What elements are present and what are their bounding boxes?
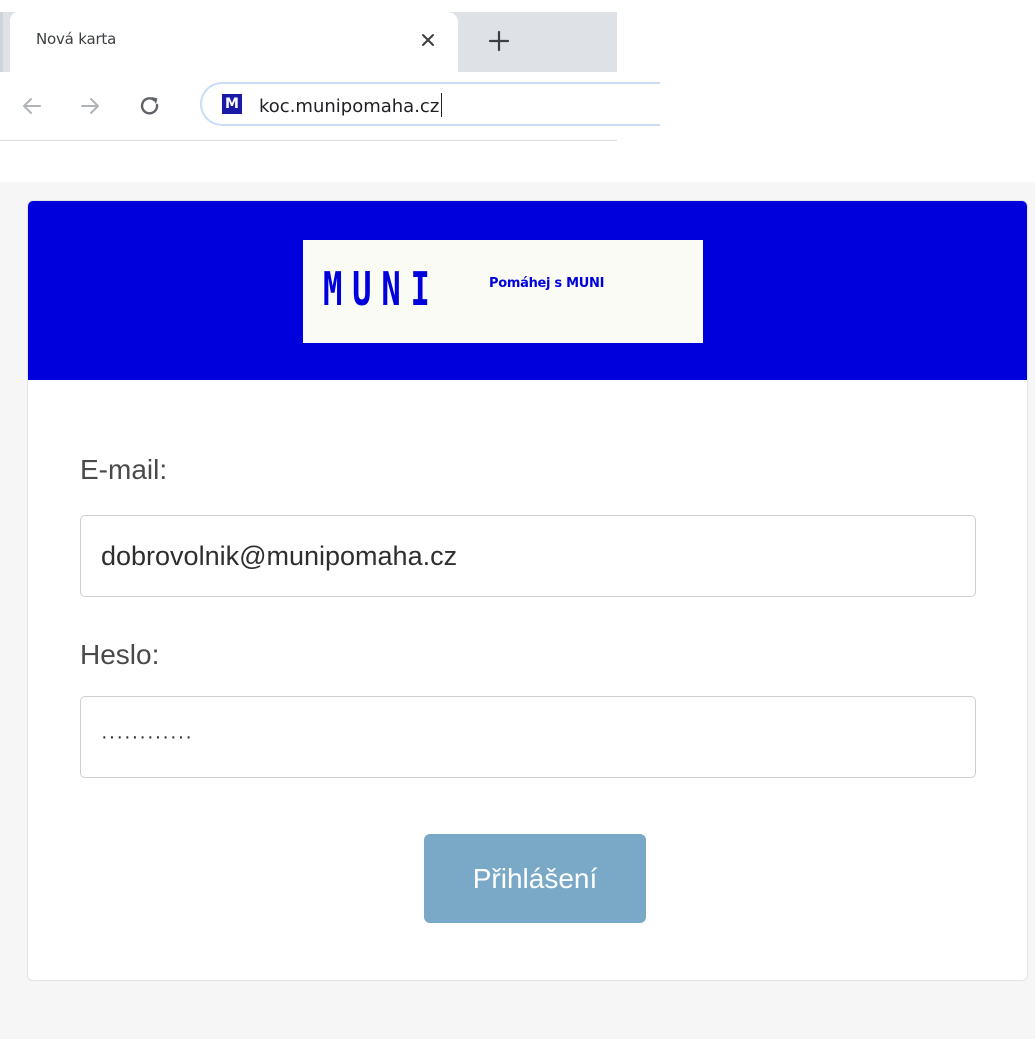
logo-word: MUNI <box>323 262 440 316</box>
card-header: MUNI Pomáhej s MUNI <box>28 201 1027 380</box>
login-card: MUNI Pomáhej s MUNI E-mail: Heslo: Přihl… <box>27 200 1028 981</box>
url-text: koc.munipomaha.cz <box>259 93 443 117</box>
email-label: E-mail: <box>80 454 168 485</box>
arrow-left-icon[interactable] <box>18 92 46 120</box>
login-button[interactable]: Přihlášení <box>424 834 646 923</box>
arrow-right-icon[interactable] <box>76 92 104 120</box>
close-icon[interactable] <box>414 26 442 54</box>
tab-new-tab[interactable]: Nová karta <box>10 12 458 72</box>
new-tab-plus-icon[interactable] <box>484 26 514 56</box>
reload-icon[interactable] <box>136 92 164 120</box>
browser-toolbar: M koc.munipomaha.cz <box>0 72 660 140</box>
email-field[interactable] <box>80 515 976 597</box>
address-bar[interactable]: M koc.munipomaha.cz <box>200 82 660 126</box>
logo-tagline: Pomáhej s MUNI <box>489 276 605 291</box>
toolbar-divider <box>0 140 617 141</box>
password-label: Heslo: <box>80 639 160 670</box>
tab-title: Nová karta <box>36 30 117 48</box>
tab-strip: Nová karta <box>0 12 617 72</box>
tab-strip-edge <box>0 12 3 72</box>
site-favicon-icon: M <box>222 94 242 114</box>
password-field[interactable] <box>80 696 976 778</box>
page-background: MUNI Pomáhej s MUNI E-mail: Heslo: Přihl… <box>0 182 1035 1039</box>
text-caret <box>441 93 443 117</box>
muni-logo: MUNI Pomáhej s MUNI <box>303 240 703 343</box>
browser-chrome: Nová karta M koc.munipomaha.cz <box>0 0 660 150</box>
url-value: koc.munipomaha.cz <box>259 96 440 117</box>
